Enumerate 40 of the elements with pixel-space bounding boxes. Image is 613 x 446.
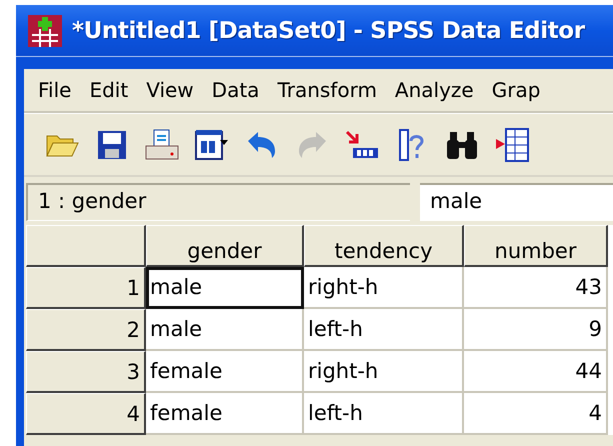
menu-item[interactable]: File (30, 78, 80, 102)
row-header[interactable]: 3 (26, 351, 146, 393)
table-cell[interactable]: left-h (304, 309, 464, 351)
column-header[interactable]: tendency (304, 225, 464, 267)
table-cell[interactable]: left-h (304, 393, 464, 435)
window-title: *Untitled1 [DataSet0] - SPSS Data Editor (72, 18, 585, 44)
cell-value-field[interactable]: male (420, 183, 613, 221)
menu-item[interactable]: Transform (269, 78, 385, 102)
table-cell[interactable]: male (146, 309, 304, 351)
undo-icon (246, 130, 278, 158)
row-header[interactable]: 1 (26, 267, 146, 309)
toolbar-button[interactable] (144, 126, 180, 162)
printer-icon (145, 128, 179, 160)
toolbar-button[interactable] (494, 126, 530, 162)
menu-item[interactable]: Analyze (386, 78, 482, 102)
table-cell[interactable]: 44 (464, 351, 608, 393)
goto-case-icon (345, 130, 379, 160)
variable-help-icon (399, 128, 425, 160)
binoculars-icon (445, 130, 479, 160)
cell-reference: 1 : gender (26, 183, 410, 221)
menu-item[interactable]: Data (204, 78, 268, 102)
redo-icon (296, 130, 328, 158)
app-icon (28, 14, 62, 46)
menu-item[interactable]: Grap (484, 78, 548, 102)
table-cell[interactable]: male (146, 267, 304, 309)
row-header[interactable]: 2 (26, 309, 146, 351)
column-header[interactable]: gender (146, 225, 304, 267)
menu-item[interactable]: Edit (81, 78, 136, 102)
table-cell[interactable]: 9 (464, 309, 608, 351)
menu-item[interactable]: View (138, 78, 202, 102)
table-cell[interactable]: 4 (464, 393, 608, 435)
table-cell[interactable]: right-h (304, 267, 464, 309)
table-cell[interactable]: female (146, 393, 304, 435)
window-icon (195, 128, 229, 160)
column-header[interactable]: number (464, 225, 608, 267)
table-cell[interactable]: female (146, 351, 304, 393)
table-cell[interactable]: right-h (304, 351, 464, 393)
row-header[interactable]: 4 (26, 393, 146, 435)
table-cell[interactable]: 43 (464, 267, 608, 309)
insert-cases-icon (495, 128, 529, 162)
